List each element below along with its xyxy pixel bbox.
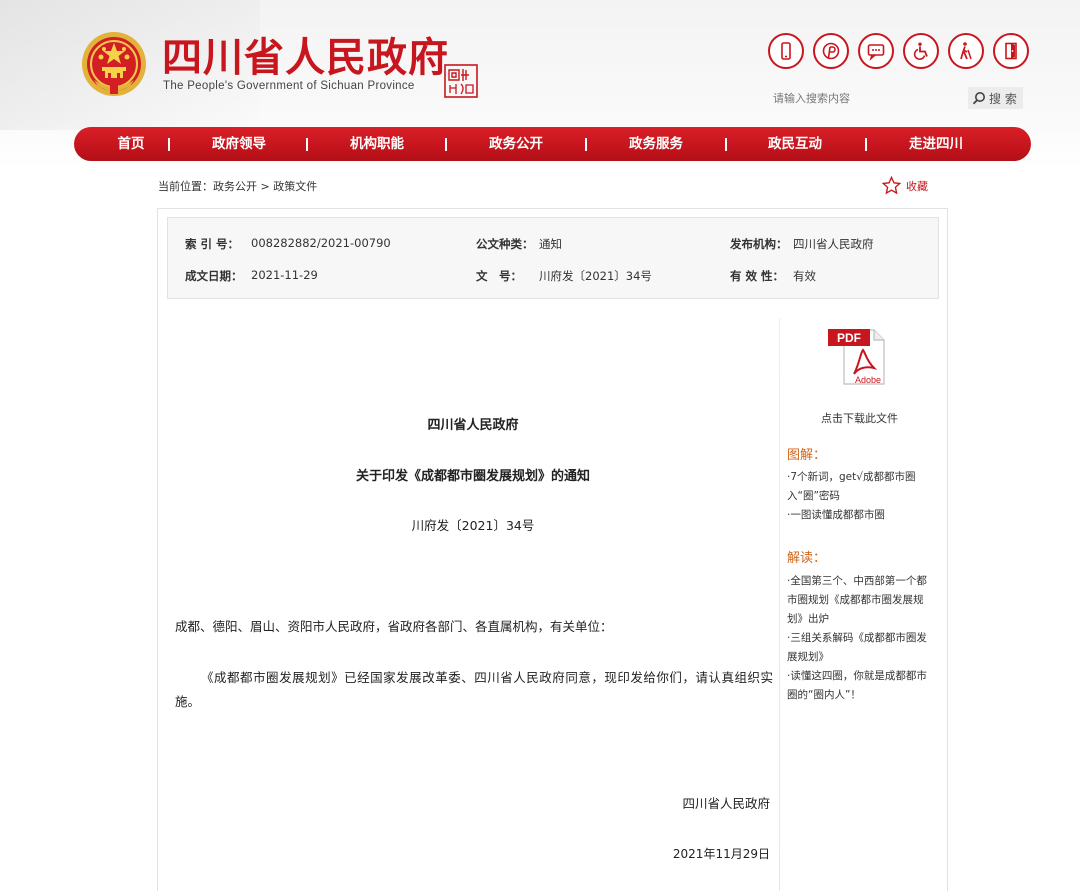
publisher-value: 四川省人民政府 <box>793 237 874 251</box>
pinterest-icon[interactable] <box>813 33 849 69</box>
search-button[interactable]: 搜 索 <box>968 87 1023 109</box>
breadcrumb-policy-documents[interactable]: 政策文件 <box>273 180 317 193</box>
docno-value: 川府发〔2021〕34号 <box>539 269 652 283</box>
elderly-icon[interactable] <box>948 33 984 69</box>
breadcrumb: 当前位置：政务公开 > 政策文件 <box>158 178 317 194</box>
site-title: 四川省人民政府 <box>162 35 449 81</box>
nav-item-functions[interactable]: 机构职能 <box>350 127 404 161</box>
search-box: 搜 索 <box>770 87 1026 109</box>
document-paragraph: 《成都都市圈发展规划》已经国家发展改革委、四川省人民政府同意，现印发给你们，请认… <box>175 670 773 709</box>
nav-separator <box>306 138 308 151</box>
docno-label: 文 号： <box>476 269 522 283</box>
document-number: 川府发〔2021〕34号 <box>411 518 535 533</box>
validity-value: 有效 <box>793 269 816 283</box>
search-button-label: 搜 索 <box>989 91 1017 106</box>
search-input[interactable] <box>770 87 968 109</box>
document-date: 2021年11月29日 <box>672 847 770 861</box>
graphics-link[interactable]: ·一图读懂成都都市圈 <box>787 506 932 525</box>
document-title: 关于印发《成都都市圈发展规划》的通知 <box>355 469 590 484</box>
mobile-icon[interactable] <box>768 33 804 69</box>
nav-separator <box>865 138 867 151</box>
validity-label: 有 效 性： <box>730 269 785 283</box>
graphics-heading: 图解： <box>787 448 827 463</box>
document-issuer: 四川省人民政府 <box>427 418 519 433</box>
favorite-label: 收藏 <box>906 179 928 193</box>
national-emblem-icon <box>80 30 148 98</box>
category-value: 通知 <box>539 237 562 251</box>
wheelchair-icon[interactable] <box>903 33 939 69</box>
interpretation-link[interactable]: ·读懂这四圈，你就是成都都市圈的“圈内人”！ <box>787 667 932 705</box>
interpretation-list: ·全国第三个、中西部第一个都市圈规划《成都都市圈发展规划》出炉 ·三组关系解码《… <box>787 572 932 705</box>
chat-icon[interactable] <box>858 33 894 69</box>
graphics-link[interactable]: ·7个新词，get√成都都市圈入“圈”密码 <box>787 468 932 506</box>
pdf-download-icon[interactable]: PDF Adobe <box>826 326 890 388</box>
document-recipients: 成都、德阳、眉山、资阳市人民政府，省政府各部门、各直属机构，有关单位： <box>175 619 613 634</box>
document-metadata: 索 引 号： 008282882/2021-00790 公文种类： 通知 发布机… <box>167 217 939 299</box>
nav-separator <box>585 138 587 151</box>
nav-separator <box>445 138 447 151</box>
document-signature: 四川省人民政府 <box>682 796 770 811</box>
svg-text:Adobe: Adobe <box>855 375 881 385</box>
star-icon <box>882 176 901 195</box>
site-subtitle: The People's Government of Sichuan Provi… <box>163 80 415 92</box>
index-value: 008282882/2021-00790 <box>251 236 391 250</box>
interpretation-link[interactable]: ·三组关系解码《成都都市圈发展规划》 <box>787 629 932 667</box>
search-icon <box>972 92 985 105</box>
nav-item-open-government[interactable]: 政务公开 <box>489 127 543 161</box>
nav-separator <box>725 138 727 151</box>
pdf-download-link[interactable]: 点击下载此文件 <box>787 410 932 426</box>
breadcrumb-open-government[interactable]: 政务公开 <box>213 180 257 193</box>
favorite-button[interactable]: 收藏 <box>882 176 928 195</box>
date-value: 2021-11-29 <box>251 268 318 282</box>
breadcrumb-prefix: 当前位置： <box>158 180 213 193</box>
nav-separator <box>168 138 170 151</box>
exit-icon[interactable] <box>993 33 1029 69</box>
nav-item-about-sichuan[interactable]: 走进四川 <box>909 127 963 161</box>
nav-item-leaders[interactable]: 政府领导 <box>212 127 266 161</box>
nav-item-services[interactable]: 政务服务 <box>629 127 683 161</box>
interpretation-heading: 解读： <box>787 551 827 566</box>
breadcrumb-separator: > <box>260 180 270 193</box>
graphics-list: ·7个新词，get√成都都市圈入“圈”密码 ·一图读懂成都都市圈 <box>787 468 932 525</box>
date-label: 成文日期： <box>185 269 243 283</box>
accessibility-toolbar <box>768 33 1029 69</box>
index-label: 索 引 号： <box>185 237 240 251</box>
nav-item-interaction[interactable]: 政民互动 <box>768 127 822 161</box>
sidebar-divider <box>779 318 780 891</box>
category-label: 公文种类： <box>476 237 534 251</box>
svg-text:PDF: PDF <box>837 331 861 345</box>
nav-item-home[interactable]: 首页 <box>118 127 145 161</box>
main-nav: 首页 政府领导 机构职能 政务公开 政务服务 政民互动 走进四川 <box>74 127 1031 161</box>
publisher-label: 发布机构： <box>730 237 788 251</box>
seal-logo-icon <box>444 64 478 98</box>
interpretation-link[interactable]: ·全国第三个、中西部第一个都市圈规划《成都都市圈发展规划》出炉 <box>787 572 932 629</box>
